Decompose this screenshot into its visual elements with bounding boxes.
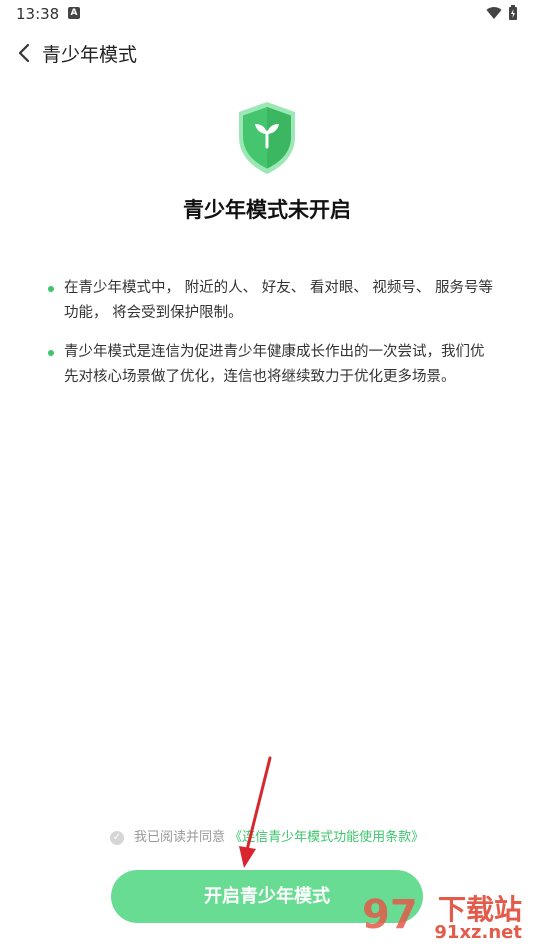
watermark: 97 下载站 91xz.net (360, 888, 530, 948)
list-item: 在青少年模式中， 附近的人、 好友、 看对眼、 视频号、 服务号等功能， 将会受… (48, 276, 496, 326)
list-item: 青少年模式是连信为促进青少年健康成长作出的一次尝试，我们优先对核心场景做了优化，… (48, 340, 496, 390)
bullet-text: 青少年模式是连信为促进青少年健康成长作出的一次尝试，我们优先对核心场景做了优化，… (64, 344, 485, 385)
status-headline: 青少年模式未开启 (183, 198, 351, 222)
back-arrow-icon[interactable] (14, 42, 36, 64)
agreement-prefix: 我已阅读并同意 (133, 830, 225, 845)
agreement-row: ✓ 我已阅读并同意 《连信青少年模式功能使用条款》 (0, 826, 534, 845)
notification-icon: A (68, 7, 80, 19)
bullet-dot (48, 286, 54, 292)
page-title: 青少年模式 (42, 44, 138, 66)
battery-icon (509, 5, 517, 20)
watermark-url: 91xz.net (434, 922, 522, 943)
info-list: 在青少年模式中， 附近的人、 好友、 看对眼、 视频号、 服务号等功能， 将会受… (48, 276, 496, 404)
terms-link[interactable]: 《连信青少年模式功能使用条款》 (229, 830, 424, 845)
watermark-logo-icon: 97 (362, 892, 418, 938)
bullet-text: 在青少年模式中， 附近的人、 好友、 看对眼、 视频号、 服务号等功能， 将会受… (64, 280, 494, 321)
status-time: 13:38 (16, 5, 60, 23)
bullet-dot (48, 350, 54, 356)
shield-sprout-icon (239, 102, 295, 174)
status-bar: 13:38 A (0, 0, 534, 30)
status-icons (486, 5, 518, 21)
wifi-icon (486, 7, 502, 20)
app-header: 青少年模式 (0, 36, 534, 72)
agree-checkbox[interactable]: ✓ (109, 830, 124, 845)
